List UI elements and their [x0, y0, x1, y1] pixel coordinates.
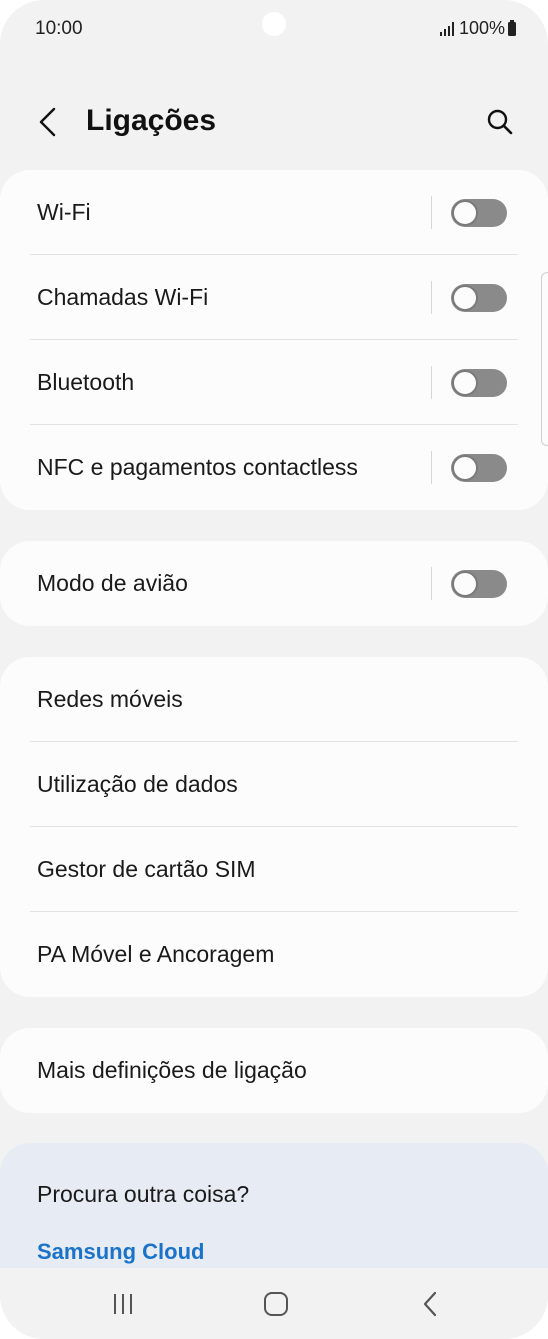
signal-icon: [439, 21, 454, 36]
search-button[interactable]: [480, 102, 520, 142]
wifi-calling-label: Chamadas Wi-Fi: [37, 284, 209, 310]
bluetooth-label: Bluetooth: [37, 369, 135, 395]
data-usage-row[interactable]: Utilização de dados: [0, 742, 548, 827]
wifi-row[interactable]: Wi-Fi: [0, 170, 548, 255]
status-bar: 10:00 100%: [0, 0, 548, 60]
row-separator: [431, 451, 432, 484]
bluetooth-toggle[interactable]: [451, 369, 507, 397]
nfc-label: NFC e pagamentos contactless: [37, 454, 358, 480]
row-separator: [431, 281, 432, 314]
mobile-networks-row[interactable]: Redes móveis: [0, 657, 548, 742]
battery-percent: 100%: [458, 18, 505, 38]
navigation-bar: [0, 1268, 548, 1339]
suggestions-title: Procura outra coisa?: [37, 1181, 250, 1207]
suggestions-panel: Procura outra coisa? Samsung Cloud: [0, 1143, 548, 1268]
more-connection-settings-row[interactable]: Mais definições de ligação: [0, 1028, 548, 1113]
status-icons: 100%: [439, 18, 516, 39]
scrollbar[interactable]: [541, 272, 548, 446]
nav-back-button[interactable]: [405, 1286, 455, 1322]
chevron-left-icon: [39, 107, 56, 137]
nfc-row[interactable]: NFC e pagamentos contactless: [0, 425, 548, 510]
toggle-knob: [452, 200, 478, 226]
row-separator: [431, 567, 432, 600]
wifi-toggle[interactable]: [451, 199, 507, 227]
airplane-mode-toggle[interactable]: [451, 570, 507, 598]
toggle-knob: [452, 285, 478, 311]
row-separator: [431, 366, 432, 399]
hotspot-tethering-row[interactable]: PA Móvel e Ancoragem: [0, 912, 548, 997]
recents-button[interactable]: [98, 1286, 148, 1322]
more-connection-settings-label: Mais definições de ligação: [37, 1057, 307, 1083]
row-separator: [431, 196, 432, 229]
page-title: Ligações: [86, 104, 217, 137]
wifi-calling-toggle[interactable]: [451, 284, 507, 312]
hotspot-tethering-label: PA Móvel e Ancoragem: [37, 941, 275, 967]
back-button[interactable]: [30, 102, 66, 142]
camera-cutout: [262, 12, 286, 36]
more-settings-card: Mais definições de ligação: [0, 1028, 548, 1113]
sim-manager-row[interactable]: Gestor de cartão SIM: [0, 827, 548, 912]
toggle-knob: [452, 571, 478, 597]
home-button[interactable]: [251, 1286, 301, 1322]
airplane-mode-row[interactable]: Modo de avião: [0, 541, 548, 626]
connections-card: Wi-Fi Chamadas Wi-Fi Bluetooth NFC e pag…: [0, 170, 548, 510]
mobile-networks-label: Redes móveis: [37, 686, 183, 712]
back-icon: [423, 1291, 437, 1317]
nfc-toggle[interactable]: [451, 454, 507, 482]
sim-manager-label: Gestor de cartão SIM: [37, 856, 256, 882]
battery-icon: [508, 19, 516, 36]
app-header: Ligações: [0, 90, 548, 154]
wifi-calling-row[interactable]: Chamadas Wi-Fi: [0, 255, 548, 340]
airplane-card: Modo de avião: [0, 541, 548, 626]
toggle-knob: [452, 455, 478, 481]
home-icon: [264, 1292, 288, 1316]
networks-card: Redes móveis Utilização de dados Gestor …: [0, 657, 548, 997]
phone-screen: 10:00 100% Ligações Wi-Fi Chamadas Wi-Fi: [0, 0, 548, 1339]
data-usage-label: Utilização de dados: [37, 771, 238, 797]
status-time: 10:00: [35, 18, 83, 39]
toggle-knob: [452, 370, 478, 396]
search-icon: [487, 109, 513, 135]
bluetooth-row[interactable]: Bluetooth: [0, 340, 548, 425]
samsung-cloud-link[interactable]: Samsung Cloud: [37, 1239, 204, 1265]
airplane-mode-label: Modo de avião: [37, 570, 188, 596]
wifi-label: Wi-Fi: [37, 199, 91, 225]
recents-icon: [114, 1294, 132, 1314]
